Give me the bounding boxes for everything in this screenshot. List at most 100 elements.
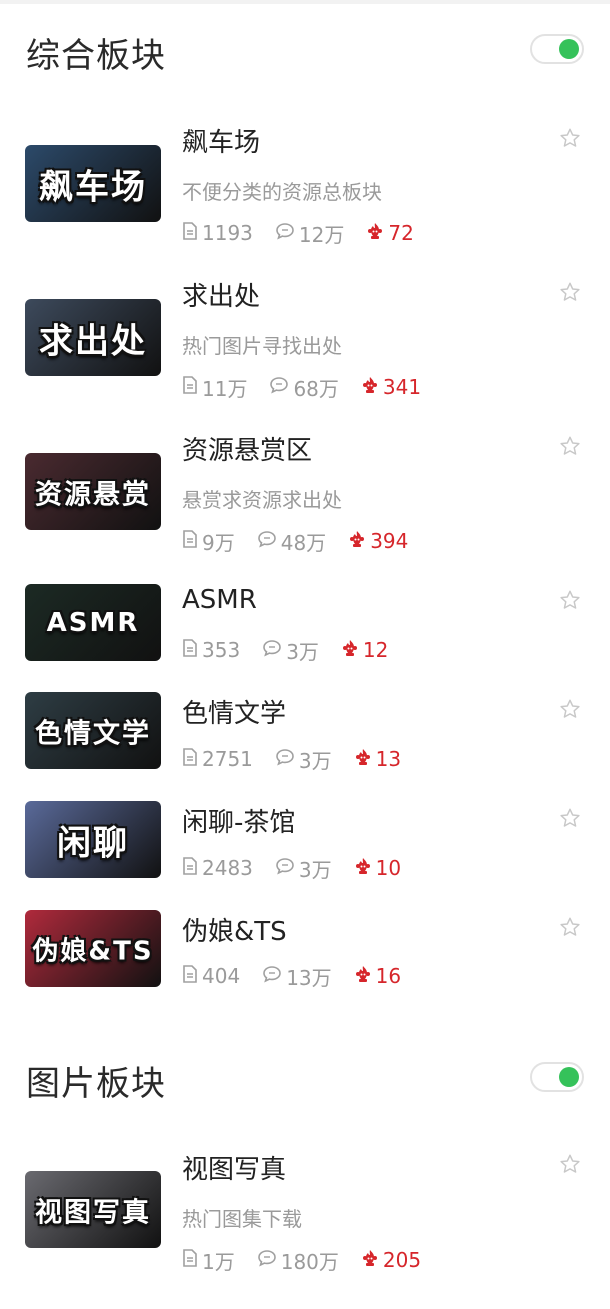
board-description: 热门图集下载 — [182, 1207, 302, 1231]
document-icon — [182, 638, 202, 662]
favorite-star-icon[interactable] — [559, 281, 581, 303]
favorite-star-icon[interactable] — [559, 435, 581, 457]
comment-count: 3万 — [275, 854, 332, 883]
post-count: 353 — [182, 638, 240, 662]
board-thumbnail[interactable]: ASMR — [25, 584, 161, 661]
document-icon — [182, 856, 202, 880]
thumbnail-caption: 飙车场 — [39, 167, 147, 207]
heat-count: 341 — [361, 375, 421, 399]
comment-count-value: 180万 — [280, 1249, 339, 1274]
comment-bubble-icon — [262, 638, 286, 662]
board-thumbnail[interactable]: 飙车场 — [25, 145, 161, 222]
board-thumbnail[interactable]: 闲聊 — [25, 801, 161, 878]
board-name: 求出处 — [182, 282, 261, 312]
favorite-star-icon[interactable] — [559, 1153, 581, 1175]
board-description: 悬赏求资源求出处 — [182, 488, 342, 512]
post-count-value: 404 — [202, 964, 241, 988]
toggle-knob — [559, 39, 579, 59]
heat-count: 205 — [361, 1248, 421, 1272]
heat-count-value: 16 — [375, 964, 402, 988]
comment-count: 48万 — [257, 527, 326, 556]
section-title: 图片板块 — [26, 1064, 166, 1104]
thumbnail-caption: ASMR — [46, 607, 140, 638]
heat-icon — [354, 964, 376, 988]
thumbnail-caption: 闲聊 — [57, 823, 129, 863]
board-description: 不便分类的资源总板块 — [182, 180, 382, 204]
thumbnail-caption: 资源悬赏 — [35, 479, 151, 510]
section-title: 综合板块 — [26, 36, 166, 76]
heat-icon — [361, 1248, 383, 1272]
comment-count: 12万 — [275, 219, 344, 248]
section-toggle[interactable] — [530, 34, 584, 64]
thumbnail-caption: 色情文学 — [35, 718, 151, 749]
favorite-star-icon[interactable] — [559, 127, 581, 149]
board-name: 闲聊-茶馆 — [182, 808, 296, 838]
post-count-value: 353 — [202, 638, 241, 662]
comment-bubble-icon — [275, 221, 299, 245]
board-name: 资源悬赏区 — [182, 436, 313, 466]
board-thumbnail[interactable]: 色情文学 — [25, 692, 161, 769]
favorite-star-icon[interactable] — [559, 916, 581, 938]
comment-count: 3万 — [262, 636, 319, 665]
heat-count-value: 341 — [382, 375, 422, 399]
heat-count-value: 13 — [375, 747, 402, 771]
post-count: 404 — [182, 964, 240, 988]
post-count-value: 1万 — [202, 1249, 235, 1274]
board-name: 色情文学 — [182, 699, 287, 729]
comment-bubble-icon — [275, 856, 299, 880]
post-count: 2751 — [182, 747, 253, 771]
board-name: 伪娘&TS — [182, 917, 287, 947]
heat-count-value: 10 — [375, 856, 402, 880]
heat-count-value: 205 — [382, 1248, 422, 1272]
board-stats: 2483 3万 10 — [182, 854, 423, 883]
post-count: 1万 — [182, 1246, 235, 1275]
board-thumbnail[interactable]: 资源悬赏 — [25, 453, 161, 530]
comment-count-value: 3万 — [298, 857, 332, 882]
comment-count-value: 68万 — [293, 376, 339, 401]
thumbnail-caption: 视图写真 — [35, 1197, 151, 1228]
comment-count: 68万 — [269, 373, 339, 402]
favorite-star-icon[interactable] — [559, 589, 581, 611]
heat-icon — [366, 221, 388, 245]
comment-count-value: 3万 — [286, 639, 319, 664]
board-thumbnail[interactable]: 视图写真 — [25, 1171, 161, 1248]
comment-count: 3万 — [275, 745, 332, 774]
board-stats: 404 13万 16 — [182, 963, 423, 990]
heat-count-value: 72 — [388, 221, 414, 245]
favorite-star-icon[interactable] — [559, 807, 581, 829]
comment-bubble-icon — [262, 964, 286, 988]
heat-count: 12 — [341, 638, 388, 662]
post-count-value: 2751 — [202, 747, 253, 771]
comment-count-value: 48万 — [280, 530, 327, 555]
board-stats: 2751 3万 13 — [182, 745, 423, 774]
thumbnail-caption: 求出处 — [39, 321, 147, 361]
board-stats: 1193 12万 72 — [182, 219, 436, 248]
post-count: 9万 — [182, 527, 235, 556]
favorite-star-icon[interactable] — [559, 698, 581, 720]
thumbnail-caption: 伪娘&TS — [32, 936, 154, 966]
heat-count-value: 394 — [370, 529, 409, 553]
comment-bubble-icon — [275, 747, 299, 771]
post-count-value: 2483 — [202, 856, 253, 880]
board-thumbnail[interactable]: 求出处 — [25, 299, 161, 376]
post-count: 11万 — [182, 373, 247, 402]
board-stats: 1万 180万 205 — [182, 1246, 443, 1275]
section-toggle[interactable] — [530, 1062, 584, 1092]
heat-count: 394 — [348, 529, 408, 553]
comment-bubble-icon — [257, 1248, 281, 1272]
comment-bubble-icon — [269, 375, 293, 399]
post-count: 1193 — [182, 221, 253, 245]
post-count: 2483 — [182, 856, 253, 880]
comment-count-value: 12万 — [298, 222, 345, 247]
document-icon — [182, 221, 202, 245]
heat-icon — [348, 529, 370, 553]
board-thumbnail[interactable]: 伪娘&TS — [25, 910, 161, 987]
board-name: 视图写真 — [182, 1155, 287, 1185]
board-stats: 353 3万 12 — [182, 636, 410, 665]
board-stats: 11万 68万 341 — [182, 373, 443, 402]
board-name: ASMR — [182, 585, 257, 615]
board-name: 飙车场 — [182, 128, 261, 158]
document-icon — [182, 375, 202, 399]
comment-bubble-icon — [257, 529, 281, 553]
document-icon — [182, 747, 202, 771]
